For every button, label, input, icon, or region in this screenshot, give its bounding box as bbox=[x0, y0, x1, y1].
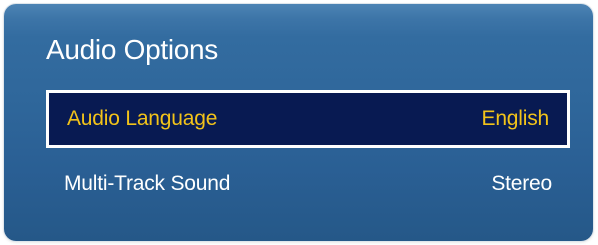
panel-title: Audio Options bbox=[46, 34, 218, 65]
audio-options-panel: Audio Options Audio Language English Mul… bbox=[4, 4, 593, 241]
menu-item-multi-track-sound[interactable]: Multi-Track Sound Stereo bbox=[46, 155, 570, 213]
menu-item-audio-language[interactable]: Audio Language English bbox=[46, 90, 570, 148]
menu-item-label: Audio Language bbox=[67, 107, 218, 130]
menu-item-value: English bbox=[481, 107, 550, 130]
menu-item-value: Stereo bbox=[491, 172, 552, 195]
menu-item-label: Multi-Track Sound bbox=[64, 172, 231, 195]
